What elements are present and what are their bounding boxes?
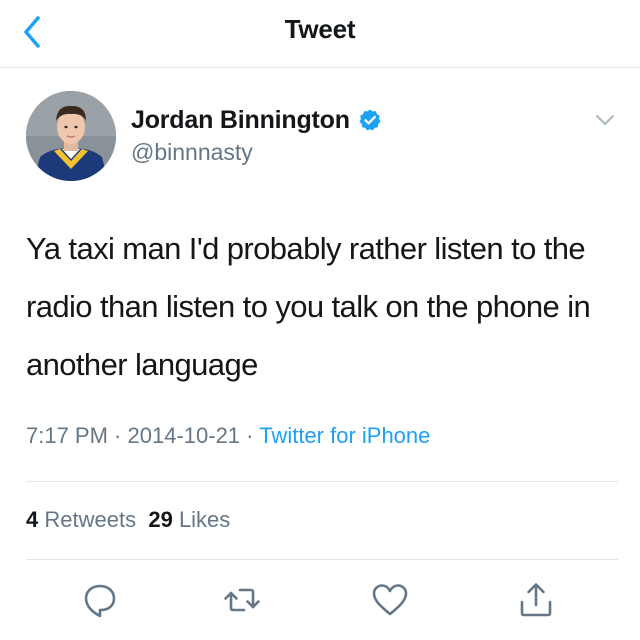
avatar[interactable] [26,91,116,181]
heart-icon[interactable] [370,580,410,620]
verified-badge-icon [358,108,382,132]
page-title: Tweet [284,14,356,44]
like-button[interactable] [370,580,410,620]
author-name-row[interactable]: Jordan Binnington [131,104,382,136]
tweet-detail-screen: Tweet Jordan Binnington @binnnasty Ya ta… [0,0,640,640]
tweet-source-link[interactable]: Twitter for iPhone [259,423,430,448]
divider [26,481,618,482]
reply-icon[interactable] [80,580,120,620]
likes-stat[interactable]: 29 Likes [148,507,230,532]
more-options-button[interactable] [594,112,616,128]
reply-button[interactable] [80,580,120,620]
chevron-down-icon[interactable] [594,112,616,128]
likes-count: 29 [148,507,173,532]
meta-separator: · [107,423,128,448]
divider [26,559,618,560]
tweet-text: Ya taxi man I'd probably rather listen t… [26,231,591,382]
retweets-label: Retweets [44,507,137,532]
meta-separator: · [240,423,260,448]
share-button[interactable] [516,580,556,620]
retweet-icon[interactable] [222,580,262,620]
retweets-count: 4 [26,507,39,532]
share-icon[interactable] [516,580,556,620]
tweet-meta: 7:17 PM · 2014-10-21 · Twitter for iPhon… [26,423,430,449]
likes-label: Likes [178,507,231,532]
retweets-stat[interactable]: 4 Retweets [26,507,136,532]
navigation-bar: Tweet [0,0,640,68]
tweet-date: 2014-10-21 [127,423,241,448]
retweet-button[interactable] [222,580,262,620]
tweet-stats: 4 Retweets 29 Likes [26,507,230,533]
tweet-time: 7:17 PM [26,423,108,448]
author-handle[interactable]: @binnnasty [131,139,253,166]
author-display-name[interactable]: Jordan Binnington [131,106,350,135]
